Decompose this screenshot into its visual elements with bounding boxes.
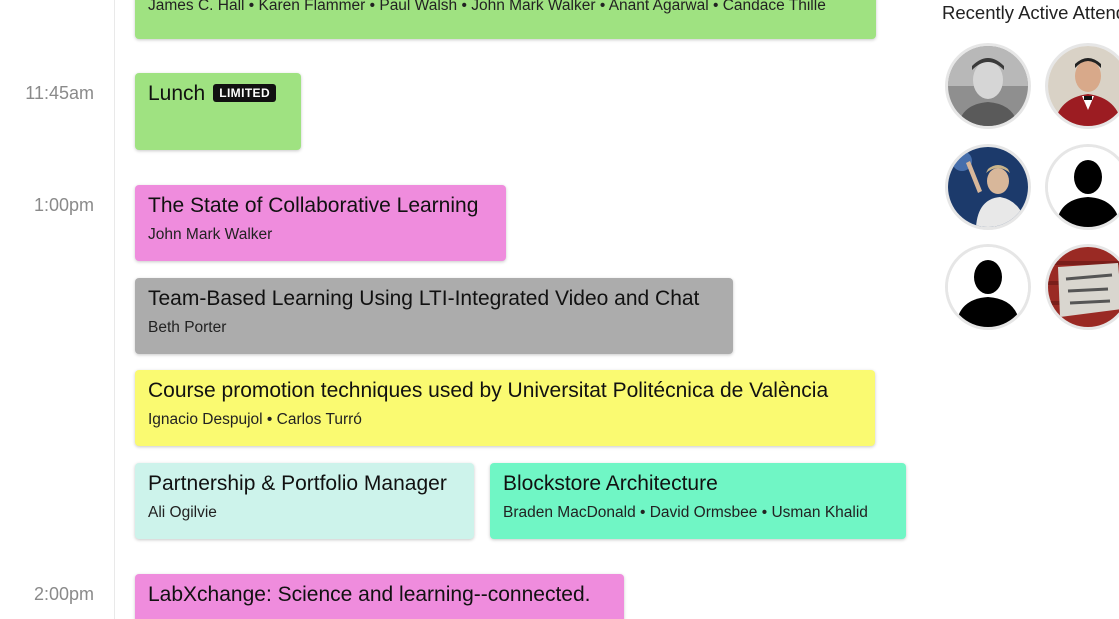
session-title: Partnership & Portfolio Manager — [148, 472, 447, 495]
session-card[interactable]: Blockstore Architecture Braden MacDonald… — [490, 463, 906, 539]
attendees-heading: Recently Active Attendees — [942, 2, 1119, 23]
session-title: The State of Collaborative Learning — [148, 194, 479, 217]
attendee-avatar[interactable] — [945, 144, 1031, 230]
session-title: LabXchange: Science and learning--connec… — [148, 583, 591, 606]
attendee-avatar[interactable] — [945, 244, 1031, 330]
session-card[interactable]: LabXchange: Science and learning--connec… — [135, 574, 624, 619]
time-label: 11:45am — [25, 83, 94, 103]
attendee-avatar[interactable] — [1045, 43, 1119, 129]
timeline-divider — [114, 0, 115, 619]
attendee-avatar[interactable] — [1045, 144, 1119, 230]
attendee-avatar[interactable] — [945, 43, 1031, 129]
sign-photo-icon — [1048, 247, 1119, 327]
session-title: Blockstore Architecture — [503, 472, 718, 495]
session-card[interactable]: Course promotion techniques used by Univ… — [135, 370, 875, 446]
session-title: Team-Based Learning Using LTI-Integrated… — [148, 287, 700, 310]
time-label: 2:00pm — [33, 584, 94, 604]
session-speakers: Beth Porter — [148, 319, 227, 336]
session-title: Lunch — [148, 82, 206, 105]
session-speakers: Braden MacDonald • David Ormsbee • Usman… — [503, 504, 868, 521]
limited-badge: LIMITED — [213, 84, 277, 102]
time-label: 1:00pm — [33, 195, 94, 215]
session-card[interactable]: The State of Collaborative Learning John… — [135, 185, 506, 261]
session-speakers: Ignacio Despujol • Carlos Turró — [148, 411, 362, 428]
session-card[interactable]: Partnership & Portfolio Manager Ali Ogil… — [135, 463, 474, 539]
person-photo-icon — [948, 147, 1028, 227]
person-photo-icon — [948, 46, 1028, 126]
session-card[interactable]: James C. Hall • Karen Flammer • Paul Wal… — [135, 0, 876, 39]
session-title: Course promotion techniques used by Univ… — [148, 379, 829, 402]
session-card-lunch[interactable]: Lunch LIMITED — [135, 73, 301, 150]
session-speakers: James C. Hall • Karen Flammer • Paul Wal… — [148, 0, 826, 14]
session-card[interactable]: Team-Based Learning Using LTI-Integrated… — [135, 278, 733, 354]
session-speakers: John Mark Walker — [148, 226, 273, 243]
session-title-row: Lunch LIMITED — [148, 73, 288, 106]
session-speakers: Ali Ogilvie — [148, 504, 217, 521]
default-avatar-icon — [948, 247, 1028, 327]
default-avatar-icon — [1048, 147, 1119, 227]
person-photo-icon — [1048, 46, 1119, 126]
attendee-avatar[interactable] — [1045, 244, 1119, 330]
